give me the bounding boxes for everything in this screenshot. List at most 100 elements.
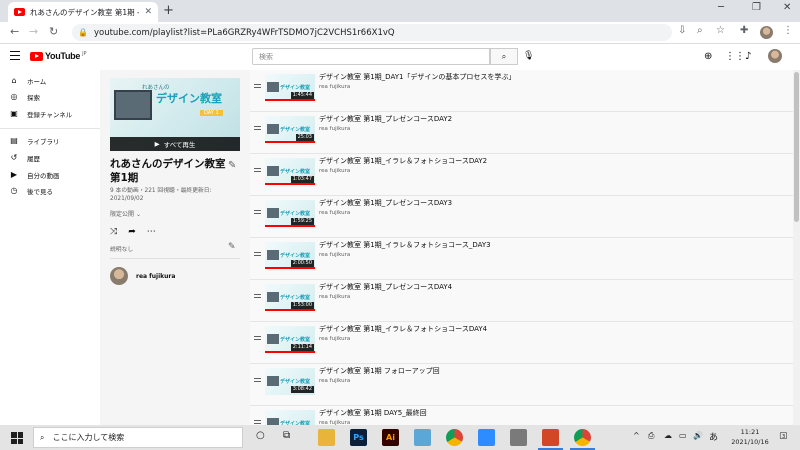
- video-row[interactable]: デザイン教室 1:45:44 デザイン教室 第1期_DAY1「デザインの基本プロセス…: [250, 70, 800, 112]
- video-channel[interactable]: rea fujikura: [319, 126, 350, 132]
- owner-name[interactable]: rea fujikura: [136, 273, 175, 280]
- drag-handle-icon[interactable]: [254, 336, 261, 342]
- search-button[interactable]: ⌕: [490, 48, 518, 65]
- cortana-circle-icon[interactable]: ○: [256, 430, 265, 441]
- video-thumbnail[interactable]: デザイン教室 1:59:25: [265, 200, 315, 227]
- user-avatar[interactable]: [768, 49, 782, 63]
- hamburger-menu-icon[interactable]: [10, 51, 20, 62]
- taskbar-app-chrome[interactable]: [446, 429, 463, 446]
- video-title[interactable]: デザイン教室 第1期_イラレ＆フォトショコースDAY2: [319, 156, 487, 166]
- sidebar-item-home[interactable]: ⌂ ホーム: [0, 74, 100, 88]
- video-title[interactable]: デザイン教室 第1期 フォローアップ回: [319, 366, 440, 376]
- browser-profile-avatar[interactable]: [760, 26, 773, 39]
- video-title[interactable]: デザイン教室 第1期_プレゼンコースDAY3: [319, 198, 452, 208]
- youtube-logo[interactable]: YouTube JP: [30, 51, 87, 61]
- zoom-icon[interactable]: ⌕: [697, 25, 703, 36]
- video-thumbnail[interactable]: デザイン教室 25:03: [265, 116, 315, 143]
- sidebar-item-watch-later[interactable]: ◷ 後で見る: [0, 184, 100, 198]
- drag-handle-icon[interactable]: [254, 168, 261, 174]
- play-all-button[interactable]: ▶ すべて再生: [110, 137, 240, 151]
- new-tab-button[interactable]: +: [163, 3, 174, 18]
- apps-grid-icon[interactable]: ⋮⋮: [725, 51, 745, 62]
- drag-handle-icon[interactable]: [254, 378, 261, 384]
- browser-menu-icon[interactable]: ⋮: [783, 25, 793, 36]
- reload-icon[interactable]: ↻: [49, 25, 58, 38]
- taskbar-app-zoom[interactable]: [478, 429, 495, 446]
- taskbar-search-input[interactable]: ⌕ ここに入力して検索: [33, 427, 243, 448]
- extensions-puzzle-icon[interactable]: ✚: [740, 25, 748, 36]
- taskbar-app-photoshop[interactable]: Ps: [350, 429, 367, 446]
- tray-network-icon[interactable]: ▭: [679, 431, 687, 440]
- video-thumbnail[interactable]: デザイン教室 2:00:50: [265, 242, 315, 269]
- omnibox[interactable]: 🔒 youtube.com/playlist?list=PLa6GRZRy4WF…: [72, 24, 672, 41]
- tray-chevron-up-icon[interactable]: ^: [633, 431, 640, 440]
- taskbar-app-powerpoint[interactable]: [542, 429, 559, 446]
- playlist-thumbnail[interactable]: れあさんの デザイン教室 DAY 1 ▶ すべて再生: [110, 78, 240, 151]
- taskbar-app-illustrator[interactable]: Ai: [382, 429, 399, 446]
- sidebar-item-explore[interactable]: ◎ 探索: [0, 90, 100, 104]
- tray-camera-icon[interactable]: ⎙: [648, 431, 654, 441]
- tray-cloud-icon[interactable]: ☁: [664, 431, 672, 440]
- notifications-bell-icon[interactable]: ♪: [745, 51, 751, 62]
- video-title[interactable]: デザイン教室 第1期_イラレ＆フォトショコースDAY4: [319, 324, 487, 334]
- install-app-icon[interactable]: ⇩: [678, 25, 686, 36]
- taskbar-app-pen-app[interactable]: [414, 429, 431, 446]
- drag-handle-icon[interactable]: [254, 210, 261, 216]
- video-title[interactable]: デザイン教室 第1期_イラレ＆フォトショコース_DAY3: [319, 240, 491, 250]
- window-restore-button[interactable]: ❐: [752, 2, 761, 13]
- video-title[interactable]: デザイン教室 第1期_プレゼンコースDAY2: [319, 114, 452, 124]
- taskbar-app-chrome-active[interactable]: [574, 429, 591, 446]
- browser-tab[interactable]: れあさんのデザイン教室 第1期 - YouTube ✕: [8, 2, 158, 22]
- drag-handle-icon[interactable]: [254, 252, 261, 258]
- tab-close-icon[interactable]: ✕: [144, 7, 152, 17]
- windows-start-icon[interactable]: [11, 432, 23, 444]
- video-channel[interactable]: rea fujikura: [319, 378, 350, 384]
- video-channel[interactable]: rea fujikura: [319, 168, 350, 174]
- owner-avatar[interactable]: [110, 267, 128, 285]
- video-channel[interactable]: rea fujikura: [319, 252, 350, 258]
- microphone-icon[interactable]: 🎙: [523, 51, 534, 61]
- sidebar-item-history[interactable]: ↺ 履歴: [0, 151, 100, 165]
- taskbar-clock[interactable]: 11:21 2021/10/16: [727, 427, 773, 447]
- more-options-icon[interactable]: ⋯: [147, 227, 156, 237]
- video-row[interactable]: デザイン教室 1:59:25 デザイン教室 第1期_プレゼンコースDAY3rea f…: [250, 196, 800, 238]
- video-title[interactable]: デザイン教室 第1期_プレゼンコースDAY4: [319, 282, 452, 292]
- tray-volume-icon[interactable]: 🔊: [693, 431, 703, 440]
- video-row[interactable]: デザイン教室 25:03 デザイン教室 第1期_プレゼンコースDAY2rea fuj…: [250, 112, 800, 154]
- sidebar-item-my-videos[interactable]: ▶ 自分の動画: [0, 168, 100, 182]
- video-channel[interactable]: rea fujikura: [319, 210, 350, 216]
- window-close-button[interactable]: ✕: [783, 2, 791, 13]
- create-video-icon[interactable]: ⊕: [704, 51, 712, 62]
- video-channel[interactable]: rea fujikura: [319, 336, 350, 342]
- share-icon[interactable]: ➦: [128, 227, 136, 237]
- drag-handle-icon[interactable]: [254, 126, 261, 132]
- video-row[interactable]: デザイン教室 2:11:14 デザイン教室 第1期_イラレ＆フォトショコースDAY4…: [250, 322, 800, 364]
- video-title[interactable]: デザイン教室 第1期 DAY5_最終回: [319, 408, 427, 418]
- video-channel[interactable]: rea fujikura: [319, 84, 350, 90]
- video-row[interactable]: デザイン教室 2:00:50 デザイン教室 第1期_イラレ＆フォトショコース_DAY…: [250, 238, 800, 280]
- edit-description-pencil-icon[interactable]: ✎: [228, 242, 236, 252]
- taskbar-app-explorer[interactable]: [318, 429, 335, 446]
- video-title[interactable]: デザイン教室 第1期_DAY1「デザインの基本プロセスを学ぶ」: [319, 72, 515, 82]
- sidebar-item-subscriptions[interactable]: ▣ 登録チャンネル: [0, 107, 100, 121]
- search-input[interactable]: 検索: [252, 48, 490, 65]
- playlist-description[interactable]: 説明なし: [110, 244, 133, 253]
- privacy-dropdown[interactable]: 限定公開 ⌄: [110, 209, 141, 218]
- video-thumbnail[interactable]: デザイン教室 1:53:00: [265, 284, 315, 311]
- video-thumbnail[interactable]: デザイン教室 1:03:47: [265, 158, 315, 185]
- ime-indicator[interactable]: あ: [709, 430, 718, 443]
- video-thumbnail[interactable]: デザイン教室 1:45:44: [265, 74, 315, 101]
- taskbar-app-printer-app[interactable]: [510, 429, 527, 446]
- video-row[interactable]: デザイン教室 3:08:42 デザイン教室 第1期 フォローアップ回 rea fuji…: [250, 364, 800, 406]
- scrollbar[interactable]: [793, 70, 800, 425]
- edit-title-pencil-icon[interactable]: ✎: [228, 160, 236, 171]
- scrollbar-thumb[interactable]: [794, 72, 799, 222]
- video-thumbnail[interactable]: デザイン教室 2:11:14: [265, 326, 315, 353]
- task-view-icon[interactable]: ⧉: [283, 430, 290, 441]
- drag-handle-icon[interactable]: [254, 294, 261, 300]
- video-row[interactable]: デザイン教室 1:03:47 デザイン教室 第1期_イラレ＆フォトショコースDAY2…: [250, 154, 800, 196]
- notification-center-icon[interactable]: ▢ 3: [779, 431, 788, 441]
- window-minimize-button[interactable]: ─: [718, 2, 724, 13]
- back-arrow-icon[interactable]: ←: [10, 25, 19, 38]
- bookmark-star-icon[interactable]: ☆: [716, 25, 725, 36]
